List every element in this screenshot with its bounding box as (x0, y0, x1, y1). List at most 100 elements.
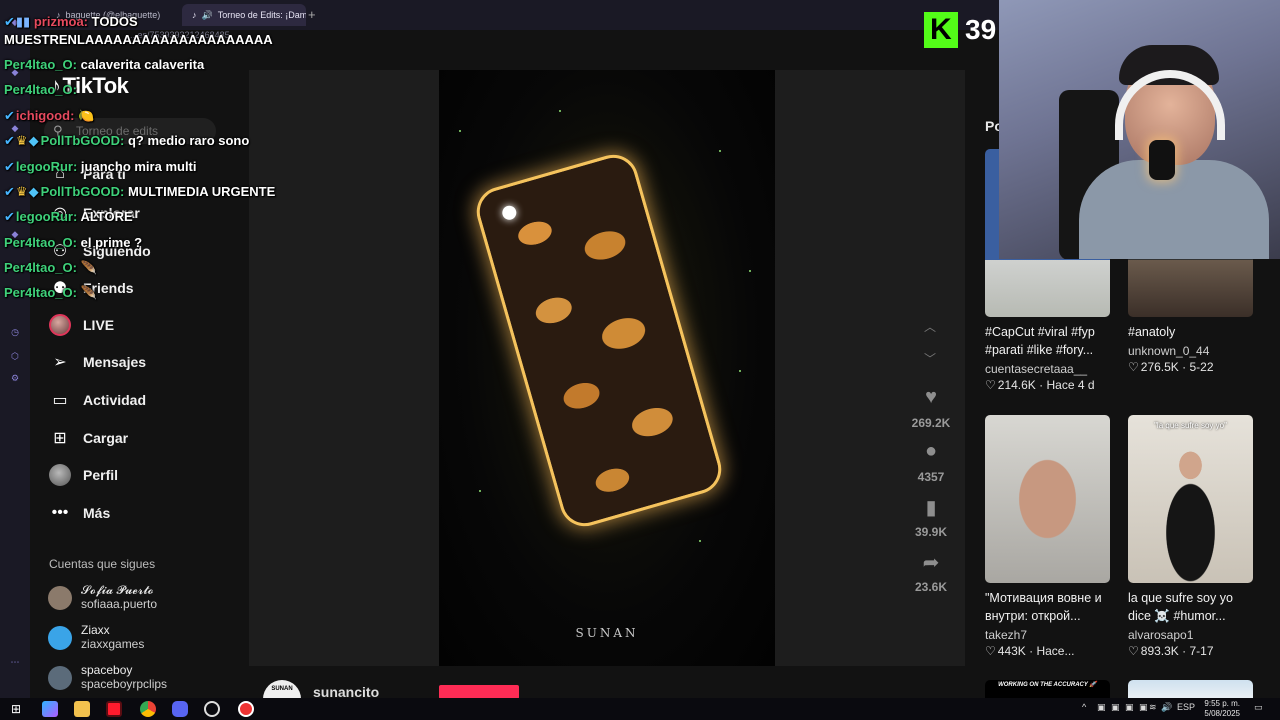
nav-item-actividad[interactable]: ▭ Actividad (48, 387, 228, 413)
nav-item-mensajes[interactable]: ➢ Mensajes (48, 349, 228, 375)
video-caption: #CapCut #viral #fyp #parati #like #fory.… (985, 325, 1095, 357)
profile-avatar (49, 464, 71, 486)
chat-user: ichigood: (15, 108, 75, 123)
screen: ♪ baguette (@elbaguette) ♪ 🔊 Torneo de E… (0, 0, 1280, 720)
video-meta: ♡ 443K · Hace... (985, 644, 1075, 658)
clock-icon[interactable]: ◷ (9, 326, 21, 338)
chat-message: ✔▮▮ prizmoa: TODOS (4, 14, 304, 30)
kick-logo: K (924, 12, 958, 48)
obs-icon[interactable] (204, 701, 220, 717)
tray-app-icon[interactable]: ▣ (1139, 702, 1148, 713)
chevron-up-icon[interactable]: ^ (1082, 702, 1086, 712)
verified-badge-icon: ✔ (4, 159, 15, 174)
more-icon[interactable]: ⋯ (9, 656, 21, 668)
video-meta: ♡ 893.3K · 7-17 (1128, 644, 1214, 658)
followed-account[interactable]: 𝓢𝓸𝓯𝓲𝓪 𝓟𝓾𝓮𝓻𝓽𝓸 sofiaaa.puerto (48, 583, 228, 613)
video-author: takezh7 (985, 628, 1028, 642)
chat-user: Per4ltao_O: (4, 285, 77, 300)
opera-icon[interactable] (106, 701, 122, 717)
tray-app-icon[interactable]: ▣ (1111, 702, 1120, 713)
spark (749, 270, 751, 272)
like-button[interactable]: ♥ 269.2K (911, 386, 951, 430)
gear-icon[interactable]: ⚙ (9, 372, 21, 384)
live-avatar (49, 314, 71, 336)
spark (699, 540, 701, 542)
verified-badge-icon: ✔ (4, 14, 15, 29)
account-username: sofiaaa.puerto (81, 597, 158, 611)
account-name: 𝓢𝓸𝓯𝓲𝓪 𝓟𝓾𝓮𝓻𝓽𝓸 (81, 583, 154, 597)
follow-button[interactable] (439, 685, 519, 699)
video-thumbnail: "la que sufre soy yo" (1128, 415, 1253, 583)
copilot-icon[interactable] (42, 701, 58, 717)
chevron-up-icon[interactable]: ︿ (924, 318, 936, 335)
followed-account[interactable]: spaceboy spaceboyrpclips (48, 663, 228, 693)
account-name: spaceboy (81, 663, 133, 677)
spark (739, 370, 741, 372)
video-card[interactable]: "Мотивация вовне и внутри: открой... tak… (985, 415, 1110, 658)
video-meta: ♡ 276.5K · 5-22 (1128, 360, 1214, 374)
discord-icon[interactable] (172, 701, 188, 717)
nav-item-mas[interactable]: ••• Más (48, 500, 228, 526)
tray-app-icon[interactable]: ▣ (1097, 702, 1106, 713)
nav-item-perfil[interactable]: Perfil (48, 462, 228, 488)
spark (559, 110, 561, 112)
crown-icon: ♛ (15, 133, 28, 148)
video-player[interactable]: SUNAN (439, 70, 775, 666)
cube-icon[interactable]: ⬡ (9, 350, 21, 362)
chevron-down-icon[interactable]: ﹀ (924, 350, 936, 367)
heart-icon: ♡ (985, 378, 996, 392)
volume-icon[interactable]: 🔊 (1161, 702, 1172, 713)
video-card[interactable]: "la que sufre soy yo" la que sufre soy y… (1128, 415, 1253, 658)
chat-text: MUESTRENLAAAAAAAAAAAAAAAAAAAA (4, 32, 273, 47)
tray-app-icon[interactable]: ▣ (1125, 702, 1134, 713)
record-icon[interactable] (238, 701, 254, 717)
chat-emote: 🍋 (78, 108, 95, 123)
chat-message: Per4ltao_O: (4, 82, 304, 98)
video-date: Hace 4 d (1046, 378, 1095, 392)
notification-icon[interactable]: ▭ (1254, 702, 1263, 713)
chat-message: ✔legooRur: ALTORE (4, 209, 304, 225)
account-username: spaceboyrpclips (81, 677, 168, 691)
live-avatar-wrap (48, 314, 72, 336)
heart-icon: ♥ (925, 386, 937, 408)
wifi-icon[interactable]: ≋ (1149, 702, 1157, 713)
heart-icon: ♡ (985, 644, 996, 658)
nav-label: LIVE (83, 317, 115, 333)
chat-text: ALTORE (80, 209, 133, 224)
comment-count: 4357 (917, 470, 945, 484)
share-button[interactable]: ➦ 23.6K (911, 550, 951, 594)
verified-badge-icon: ✔ (4, 184, 15, 199)
nav-label: Perfil (83, 467, 119, 483)
chat-text: juancho mira multi (80, 159, 197, 174)
windows-start-icon[interactable]: ⊞ (8, 701, 24, 717)
followed-account[interactable]: Ziaxx ziaxxgames (48, 623, 228, 653)
taskbar-clock[interactable]: 9:55 p. m. 5/08/2025 (1190, 699, 1240, 719)
nav-item-live[interactable]: LIVE (48, 312, 228, 338)
chat-message: Per4ltao_O: 🪶 (4, 285, 304, 301)
new-tab-button[interactable]: + (308, 7, 316, 22)
nav-item-cargar[interactable]: ⊞ Cargar (48, 425, 228, 451)
chat-user: legooRur: (15, 209, 78, 224)
nav-label: Actividad (83, 392, 147, 408)
chrome-icon[interactable] (140, 701, 156, 717)
folder-icon[interactable] (74, 701, 90, 717)
account-name: Ziaxx (81, 623, 110, 637)
video-author: alvarosapo1 (1128, 628, 1194, 642)
phone-image (474, 152, 724, 529)
video-likes: 443K (997, 644, 1026, 658)
chat-text: TODOS (91, 14, 138, 29)
chat-message: MUESTRENLAAAAAAAAAAAAAAAAAAAA (4, 32, 304, 48)
share-count: 23.6K (914, 580, 948, 594)
account-avatar (48, 626, 72, 650)
more-icon: ••• (51, 504, 69, 521)
save-button[interactable]: ▮ 39.9K (911, 495, 951, 539)
spark (459, 130, 461, 132)
video-thumbnail-partial[interactable] (1128, 680, 1253, 698)
chat-user: PollTbGOOD: (40, 184, 125, 199)
nav-label: Más (83, 505, 111, 521)
video-thumbnail-partial[interactable]: WORKING ON THE ACCURACY 🚀 (985, 680, 1110, 698)
chat-text: calaverita calaverita (80, 57, 205, 72)
chat-user: prizmoa: (33, 14, 89, 29)
comment-button[interactable]: ● 4357 (911, 440, 951, 484)
chat-user: Per4ltao_O: (4, 235, 77, 250)
